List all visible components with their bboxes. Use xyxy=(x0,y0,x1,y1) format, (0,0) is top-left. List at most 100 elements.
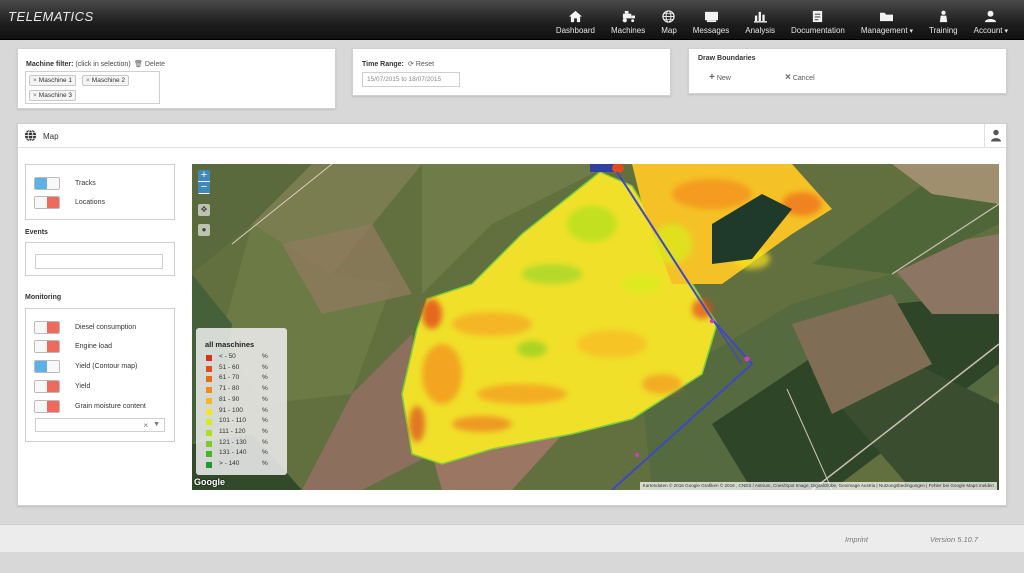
yield-contour-toggle[interactable] xyxy=(34,360,60,373)
layer-toggle-box: Tracks Locations xyxy=(25,164,175,220)
imprint-link[interactable]: Imprint xyxy=(845,535,868,544)
tracks-toggle[interactable] xyxy=(34,177,60,190)
yield-toggle[interactable] xyxy=(34,380,60,393)
yield-contour-label: Yield (Contour map) xyxy=(75,363,138,370)
time-range-panel: Time Range: ⟳ Reset 15/07/2015 to 18/07/… xyxy=(352,48,671,96)
pan-icon[interactable]: ✥ xyxy=(198,204,210,216)
events-heading: Events xyxy=(25,229,48,236)
legend-row: 111 - 120% xyxy=(206,428,276,438)
nav-documentation[interactable]: Documentation xyxy=(783,0,853,40)
nav-training[interactable]: Training xyxy=(921,0,966,40)
layers-icon[interactable]: ● xyxy=(198,224,210,236)
legend-row: 121 - 130% xyxy=(206,439,276,449)
globe-icon xyxy=(24,129,37,142)
legend-swatch xyxy=(206,451,212,458)
legend-swatch xyxy=(206,355,212,361)
map-panel: Map Tracks Locations Events Monitoring D… xyxy=(17,123,1007,506)
messages-icon xyxy=(704,11,718,23)
delete-button[interactable]: 🗑 Delete xyxy=(134,60,165,68)
nav-label: Map xyxy=(661,26,677,35)
legend-swatch xyxy=(206,376,212,383)
legend-range: 81 - 90 xyxy=(219,395,240,403)
machine-filter-panel: Machine filter: (click in selection) 🗑 D… xyxy=(17,48,336,109)
engine-load-toggle[interactable] xyxy=(34,340,60,353)
time-range-label: Time Range: xyxy=(362,61,404,68)
legend-row: 61 - 70% xyxy=(206,374,276,384)
nav-label: Machines xyxy=(610,26,646,35)
grain-moisture-toggle[interactable] xyxy=(34,400,60,413)
engine-load-label: Engine load xyxy=(75,343,112,350)
nav-messages[interactable]: Messages xyxy=(685,0,737,40)
legend-range: < - 50 xyxy=(219,353,236,360)
zoom-out-button[interactable]: − xyxy=(198,182,210,194)
draw-boundaries-label: Draw Boundaries xyxy=(698,55,756,62)
legend-range: > - 140 xyxy=(219,460,240,467)
remove-tag-icon[interactable]: × xyxy=(86,77,90,84)
machine-filter-note: (click in selection) xyxy=(75,61,131,68)
map-attribution[interactable]: Kartendaten © 2016 Google Grafiken © 201… xyxy=(639,482,997,490)
legend-unit: % xyxy=(262,460,268,467)
reset-icon: ⟳ xyxy=(408,61,414,68)
clear-icon[interactable]: × xyxy=(143,421,148,430)
cancel-boundary-button[interactable]: × Cancel xyxy=(785,72,815,83)
map-user-button[interactable] xyxy=(984,124,1006,148)
legend-range: 91 - 100 xyxy=(219,406,243,414)
nav-management[interactable]: Management xyxy=(853,0,921,40)
monitoring-heading: Monitoring xyxy=(25,294,62,301)
tractor-icon xyxy=(622,10,635,23)
diesel-toggle[interactable] xyxy=(34,321,60,334)
tracks-label: Tracks xyxy=(75,180,96,187)
machine-tag[interactable]: × Maschine 2 xyxy=(82,75,130,86)
nav-machines[interactable]: Machines xyxy=(603,0,653,40)
nav-label: Training xyxy=(929,26,958,35)
legend-row: 131 - 140% xyxy=(206,449,276,459)
chevron-down-icon[interactable]: ▼ xyxy=(153,421,160,428)
legend-row: < - 50% xyxy=(206,353,276,363)
brand-logo[interactable]: TELEMATICS xyxy=(8,9,94,24)
events-input[interactable] xyxy=(35,254,163,269)
map-panel-header: Map xyxy=(18,124,1006,148)
machine-selection-box[interactable]: × Maschine 1 × Maschine 2 × Maschine 3 xyxy=(25,71,160,104)
monitoring-select[interactable]: × ▼ xyxy=(35,418,165,432)
globe-icon xyxy=(662,10,676,23)
nav-label: Documentation xyxy=(791,26,845,35)
nav-label: Messages xyxy=(692,26,730,35)
nav-map[interactable]: Map xyxy=(653,0,685,40)
legend-range: 61 - 70 xyxy=(219,374,240,382)
legend-unit: % xyxy=(262,427,268,435)
trash-icon: 🗑 xyxy=(134,61,143,68)
legend-range: 71 - 80 xyxy=(219,385,240,393)
remove-tag-icon[interactable]: × xyxy=(33,77,37,84)
grain-moisture-label: Grain moisture content xyxy=(75,403,146,410)
legend-swatch xyxy=(206,408,212,415)
close-icon: × xyxy=(785,72,791,83)
nav-label: Account xyxy=(974,26,1008,35)
date-range-input[interactable]: 15/07/2015 to 18/07/2015 xyxy=(362,72,460,87)
legend-unit: % xyxy=(262,363,268,371)
legend-unit: % xyxy=(262,353,268,360)
training-icon xyxy=(939,10,948,23)
locations-toggle[interactable] xyxy=(34,196,60,209)
diesel-label: Diesel consumption xyxy=(75,324,137,331)
legend-swatch xyxy=(206,387,212,394)
legend-unit: % xyxy=(262,395,268,403)
machine-tag[interactable]: × Maschine 3 xyxy=(29,90,77,101)
footer: Imprint Version 5.10.7 xyxy=(0,524,1024,552)
satellite-map[interactable] xyxy=(192,164,999,490)
remove-tag-icon[interactable]: × xyxy=(33,92,37,99)
plus-icon: + xyxy=(709,72,715,83)
nav-account[interactable]: Account xyxy=(966,0,1016,40)
nav-label: Analysis xyxy=(745,26,776,35)
user-icon xyxy=(991,129,1001,142)
legend-row: 101 - 110% xyxy=(206,417,276,427)
legend-unit: % xyxy=(262,438,268,446)
machine-tag[interactable]: × Maschine 1 xyxy=(29,75,77,86)
nav-analysis[interactable]: Analysis xyxy=(737,0,783,40)
new-boundary-button[interactable]: + New xyxy=(709,72,731,83)
map-canvas[interactable]: + − ✥ ● all maschines < - 50% 51 - 60% 61 … xyxy=(192,164,999,490)
nav-dashboard[interactable]: Dashboard xyxy=(548,0,603,40)
reset-button[interactable]: ⟳ Reset xyxy=(408,60,434,68)
legend-row: 81 - 90% xyxy=(206,396,276,406)
user-icon xyxy=(985,10,997,23)
google-logo: Google xyxy=(194,477,225,487)
